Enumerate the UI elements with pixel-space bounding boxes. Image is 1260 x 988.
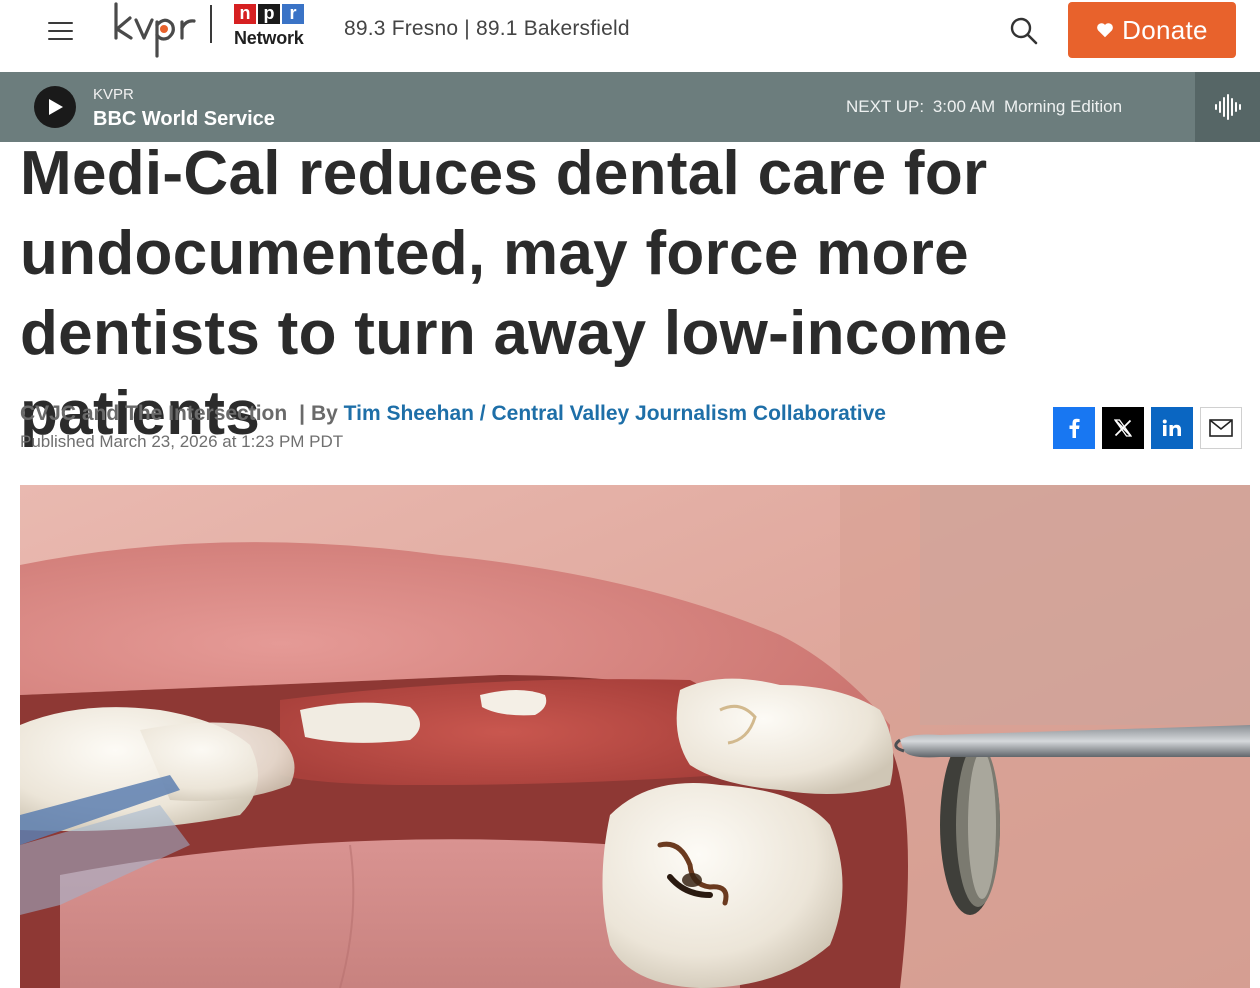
author-link[interactable]: Tim Sheehan / Central Valley Journalism …: [344, 402, 886, 425]
next-up[interactable]: NEXT UP: 3:00 AM Morning Edition: [846, 97, 1126, 117]
logo-divider: [210, 5, 212, 43]
next-up-time: 3:00 AM: [932, 97, 996, 116]
published-date: Published March 23, 2026 at 1:23 PM PDT: [20, 432, 344, 451]
audio-button[interactable]: [1195, 72, 1260, 142]
site-header: n p r Network 89.3 Fresno | 89.1 Bakersf…: [0, 0, 1260, 72]
player-program: BBC World Service: [93, 108, 275, 130]
email-icon: [1209, 419, 1233, 437]
share-facebook-button[interactable]: [1053, 407, 1095, 449]
facebook-icon: [1069, 418, 1080, 438]
heart-icon: [1097, 23, 1114, 38]
x-icon: [1114, 419, 1132, 437]
player-station: KVPR: [93, 86, 134, 103]
npr-network-label: Network: [234, 28, 304, 48]
npr-letter-r: r: [282, 4, 304, 24]
share-linkedin-button[interactable]: [1151, 407, 1193, 449]
menu-icon[interactable]: [40, 17, 80, 45]
play-button[interactable]: [34, 86, 76, 128]
donate-button[interactable]: Donate: [1068, 2, 1236, 58]
station-frequencies: 89.3 Fresno | 89.1 Bakersfield: [344, 17, 630, 40]
search-icon: [1010, 17, 1038, 45]
search-button[interactable]: [1006, 13, 1042, 49]
audio-waveform-icon: [1215, 94, 1241, 120]
share-email-button[interactable]: [1200, 407, 1242, 449]
live-player-bar: KVPR BBC World Service NEXT UP: 3:00 AM …: [0, 72, 1260, 142]
site-logo[interactable]: n p r Network: [110, 0, 310, 60]
article-source: CVJC and The Intersection: [20, 402, 288, 425]
dental-photo: [20, 485, 1250, 988]
donate-label: Donate: [1122, 14, 1208, 45]
byline-prefix: By: [310, 402, 338, 425]
linkedin-icon: [1162, 419, 1181, 436]
npr-logo: n p r: [234, 4, 304, 24]
article-byline: CVJC and The Intersection | By Tim Sheeha…: [20, 402, 886, 426]
next-up-program: Morning Edition: [1003, 97, 1123, 116]
article-hero-image[interactable]: [20, 485, 1250, 988]
next-up-label: NEXT UP:: [846, 97, 925, 116]
play-icon: [49, 99, 63, 115]
share-buttons: [1053, 407, 1242, 449]
npr-letter-p: p: [258, 4, 280, 24]
byline-separator: |: [299, 402, 305, 425]
kvpr-logo: [114, 2, 196, 58]
npr-letter-n: n: [234, 4, 256, 24]
share-x-button[interactable]: [1102, 407, 1144, 449]
